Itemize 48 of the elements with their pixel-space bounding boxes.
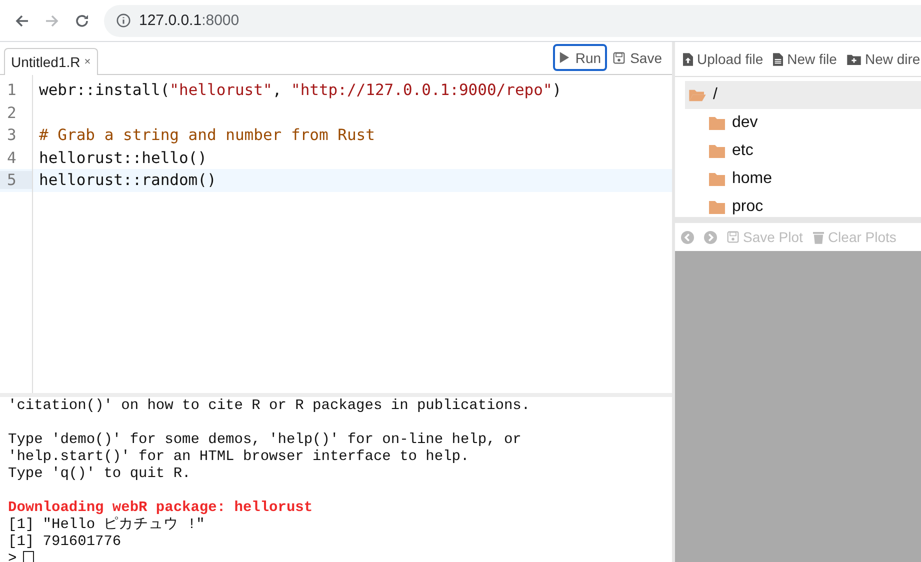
forward-icon (704, 230, 717, 244)
tree-item[interactable]: dev (685, 109, 921, 137)
file-tab[interactable]: Untitled1.R × (4, 48, 98, 75)
folder-icon (709, 172, 725, 186)
tree-item[interactable]: proc (685, 193, 921, 217)
console-output: 'citation()' on how to cite R or R packages in publications. (8, 398, 532, 415)
new-file-button[interactable]: New file (773, 51, 837, 67)
file-icon (773, 52, 784, 66)
line-number: 5 (0, 171, 32, 190)
play-icon (559, 51, 570, 64)
url-host: 127.0.0.1 (139, 12, 202, 29)
info-icon (116, 13, 131, 28)
tree-item[interactable]: etc (685, 137, 921, 165)
console-output: Type 'q()' to quit R. (8, 466, 192, 483)
code-line: hellorust::hello() (38, 148, 207, 167)
code-line: hellorust::random() (38, 171, 216, 190)
prompt-symbol: > (8, 551, 17, 562)
line-number: 3 (6, 126, 18, 144)
folder-icon (709, 116, 725, 130)
folder-icon (709, 200, 725, 214)
code-line: webr::install("hellorust", "http://127.0.0.1:9000/repo") (38, 81, 562, 100)
trash-icon (812, 230, 824, 244)
address-bar[interactable]: 127.0.0.1:8000 (104, 4, 921, 36)
upload-file-button[interactable]: Upload file (683, 51, 764, 67)
save-icon (727, 231, 739, 243)
console-output: [1] 791601776 (8, 534, 122, 551)
console-output: Type 'demo()' for some demos, 'help()' for on-line help, or (8, 432, 522, 449)
close-icon[interactable]: × (84, 56, 91, 68)
upload-icon (683, 52, 693, 66)
reload-icon[interactable] (74, 12, 90, 28)
line-number: 2 (6, 104, 18, 122)
url-port: :8000 (202, 12, 240, 29)
tree-item[interactable]: / (685, 81, 921, 109)
back-icon[interactable] (14, 12, 30, 28)
new-directory-button[interactable]: New dire (846, 51, 920, 67)
tree-item[interactable]: home (685, 165, 921, 193)
run-button[interactable]: Run (553, 44, 608, 71)
back-icon (681, 230, 694, 244)
console-output: [1] "Hello ピカチュウ !" (8, 517, 206, 534)
folder-plus-icon (846, 54, 861, 64)
error-message: Downloading webR package: hellorust (8, 500, 314, 516)
folder-icon (709, 144, 725, 158)
save-icon (613, 52, 626, 64)
line-number: 1 (6, 81, 18, 100)
save-button[interactable]: Save (607, 44, 668, 71)
console-output: 'help.start()' for an HTML browser interface to help. (8, 449, 470, 466)
code-line: # Grab a string and number from Rust (38, 126, 375, 144)
line-number: 4 (6, 148, 18, 167)
